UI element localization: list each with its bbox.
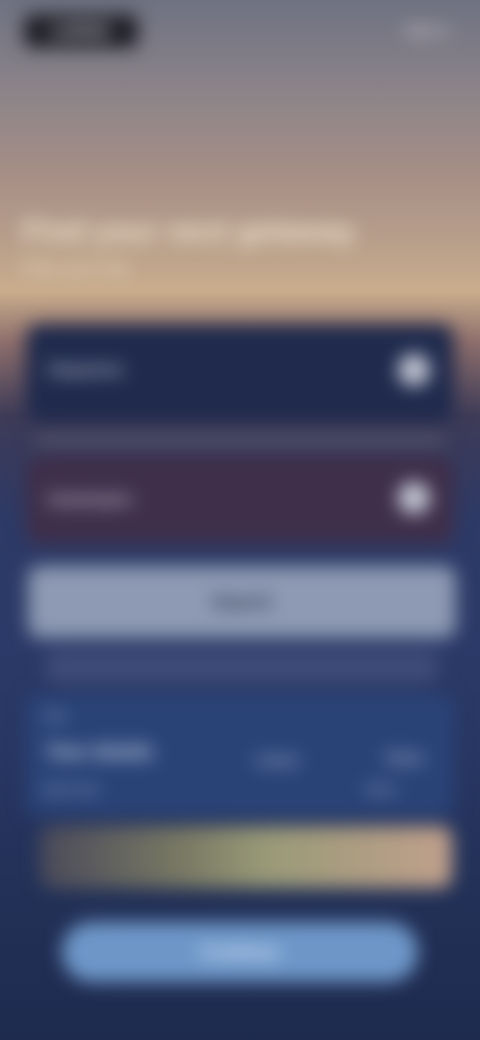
sign-in-link[interactable]: Sign in — [404, 22, 450, 39]
hero-title: Find your next getaway — [22, 215, 356, 248]
destination-field[interactable]: Destination › — [26, 456, 454, 544]
departure-field[interactable]: Departure › — [26, 324, 454, 422]
info-card[interactable]: Info Your details Details Value More inf… — [26, 694, 454, 816]
destination-label: Destination — [48, 490, 134, 509]
info-footnote: More info — [44, 782, 99, 797]
top-bar: LOGO Sign in — [24, 14, 456, 50]
info-strip — [46, 652, 438, 682]
info-caption: Info — [44, 708, 66, 723]
logo[interactable]: LOGO — [24, 14, 138, 48]
divider — [36, 438, 444, 442]
chevron-icon[interactable]: › — [398, 354, 430, 386]
hero-subtitle: Plan your trip — [22, 258, 129, 278]
blurred-screen: LOGO Sign in Find your next getaway Plan… — [0, 0, 480, 1040]
info-lead: Your details — [46, 742, 154, 763]
info-tag: Details — [256, 752, 299, 768]
promo-bar[interactable] — [40, 826, 452, 888]
info-value: Value — [384, 750, 424, 767]
departure-label: Departure — [48, 360, 124, 379]
continue-button[interactable]: Continue — [62, 922, 418, 982]
info-secondary-value: More — [366, 782, 396, 797]
search-button[interactable]: Search — [28, 566, 456, 638]
chevron-icon[interactable]: › — [398, 482, 430, 514]
